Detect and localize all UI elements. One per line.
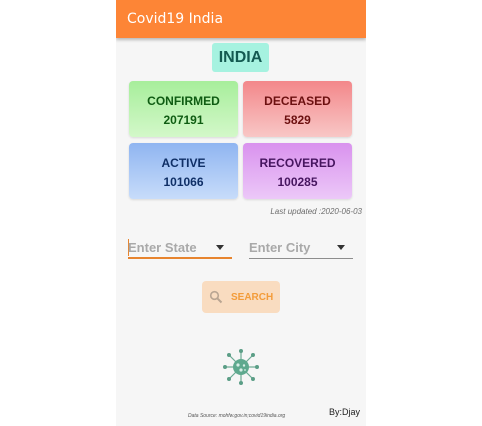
author-credit: By:Djay [328,407,360,417]
active-value: 101066 [163,175,204,189]
active-card: ACTIVE 101066 [129,143,238,199]
state-dropdown[interactable]: Enter State [128,237,232,259]
last-updated-text: Last updated :2020-06-03 [270,207,362,216]
app-bar: Covid19 India [116,0,366,38]
data-source-text: Data Source: mohfw.gov.in;covid19india.o… [188,413,286,419]
chevron-down-icon [337,245,345,250]
city-placeholder: Enter City [249,240,311,255]
virus-icon [222,348,260,391]
search-button[interactable]: SEARCH [202,281,280,313]
active-label: ACTIVE [161,156,206,170]
state-placeholder: Enter State [128,240,197,255]
deceased-label: DECEASED [264,94,331,108]
deceased-card: DECEASED 5829 [243,81,352,137]
app-screen: Covid19 India INDIA CONFIRMED 207191 DEC… [116,0,366,426]
city-dropdown[interactable]: Enter City [249,237,353,259]
recovered-label: RECOVERED [259,156,336,170]
recovered-card: RECOVERED 100285 [243,143,352,199]
recovered-value: 100285 [277,175,318,189]
deceased-value: 5829 [284,113,311,127]
confirmed-value: 207191 [163,113,204,127]
confirmed-label: CONFIRMED [147,94,220,108]
search-icon [209,290,223,309]
chevron-down-icon [216,245,224,250]
confirmed-card: CONFIRMED 207191 [129,81,238,137]
state-underline [128,257,232,259]
city-underline [249,258,353,259]
app-title: Covid19 India [127,11,224,27]
region-label: INDIA [212,43,269,72]
search-label: SEARCH [231,292,274,303]
